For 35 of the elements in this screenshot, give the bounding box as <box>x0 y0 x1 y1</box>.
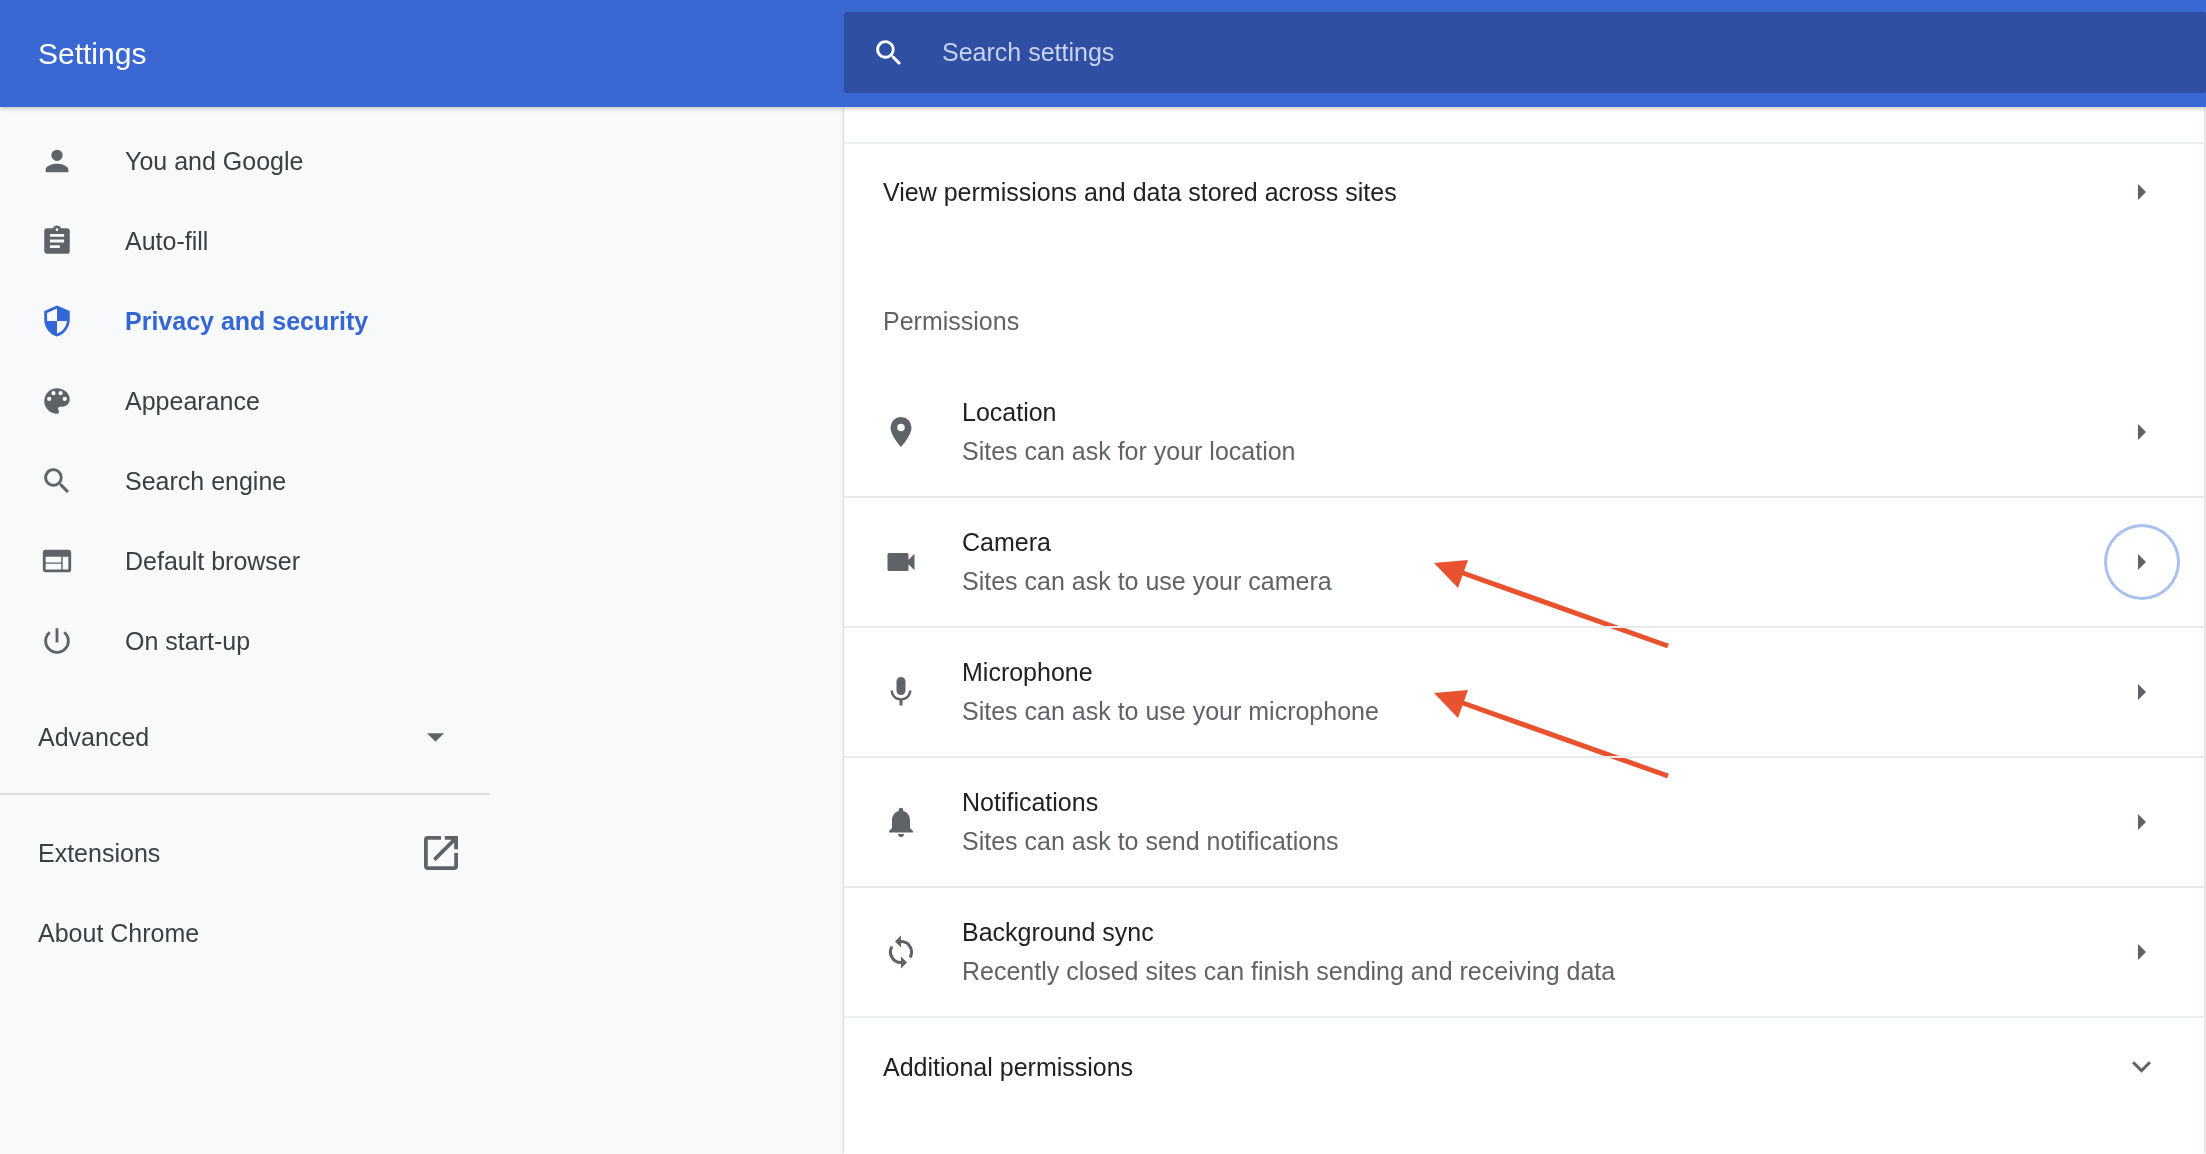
permission-description: Sites can ask to use your microphone <box>962 697 1379 726</box>
sidebar-item[interactable]: Default browser <box>0 521 844 601</box>
permission-description: Sites can ask to send notifications <box>962 827 1339 856</box>
permissions-link[interactable]: View permissions and data stored across sites <box>883 177 1397 207</box>
chevron-right-icon <box>2138 944 2146 960</box>
additional-permissions-toggle[interactable]: Additional permissions <box>883 1052 1134 1082</box>
search-input[interactable]: Search settings <box>942 38 2042 67</box>
sidebar-item[interactable]: Appearance <box>0 361 844 441</box>
sidebar-item[interactable]: You and Google <box>0 121 844 201</box>
sidebar-item[interactable]: Privacy and security <box>0 281 844 361</box>
section-heading: Permissions <box>882 306 1021 337</box>
chevron-right-icon <box>2138 184 2146 200</box>
chevron-right-icon <box>2138 814 2146 830</box>
permission-title: Camera <box>962 528 1052 557</box>
sidebar-item[interactable]: Search engine <box>0 441 844 521</box>
permission-title: Microphone <box>962 658 1094 687</box>
chevron-button[interactable] <box>2107 527 2177 597</box>
sidebar-link[interactable]: Extensions <box>38 838 161 868</box>
chevron-right-icon <box>2138 424 2146 440</box>
chevron-right-icon <box>2138 554 2146 570</box>
sidebar-item[interactable]: On start-up <box>0 601 844 681</box>
search-field[interactable]: Search settings <box>844 12 2206 93</box>
permission-title: Location <box>962 398 1058 427</box>
page-title: Settings <box>37 36 148 72</box>
caret-icon <box>427 732 444 742</box>
permission-description: Sites can ask to use your camera <box>962 567 1332 596</box>
sidebar-item[interactable]: Auto-fill <box>0 201 844 281</box>
permission-title: Notifications <box>962 788 1100 817</box>
chevron-right-icon <box>2138 684 2146 700</box>
permission-description: Sites can ask for your location <box>962 437 1296 466</box>
advanced-toggle[interactable]: Advanced <box>0 697 452 777</box>
advanced-label: Advanced <box>38 722 150 752</box>
sidebar-link[interactable]: About Chrome <box>38 918 200 948</box>
permission-description: Recently closed sites can finish sending and receiving data <box>962 957 1616 986</box>
permission-title: Background sync <box>962 918 1155 947</box>
